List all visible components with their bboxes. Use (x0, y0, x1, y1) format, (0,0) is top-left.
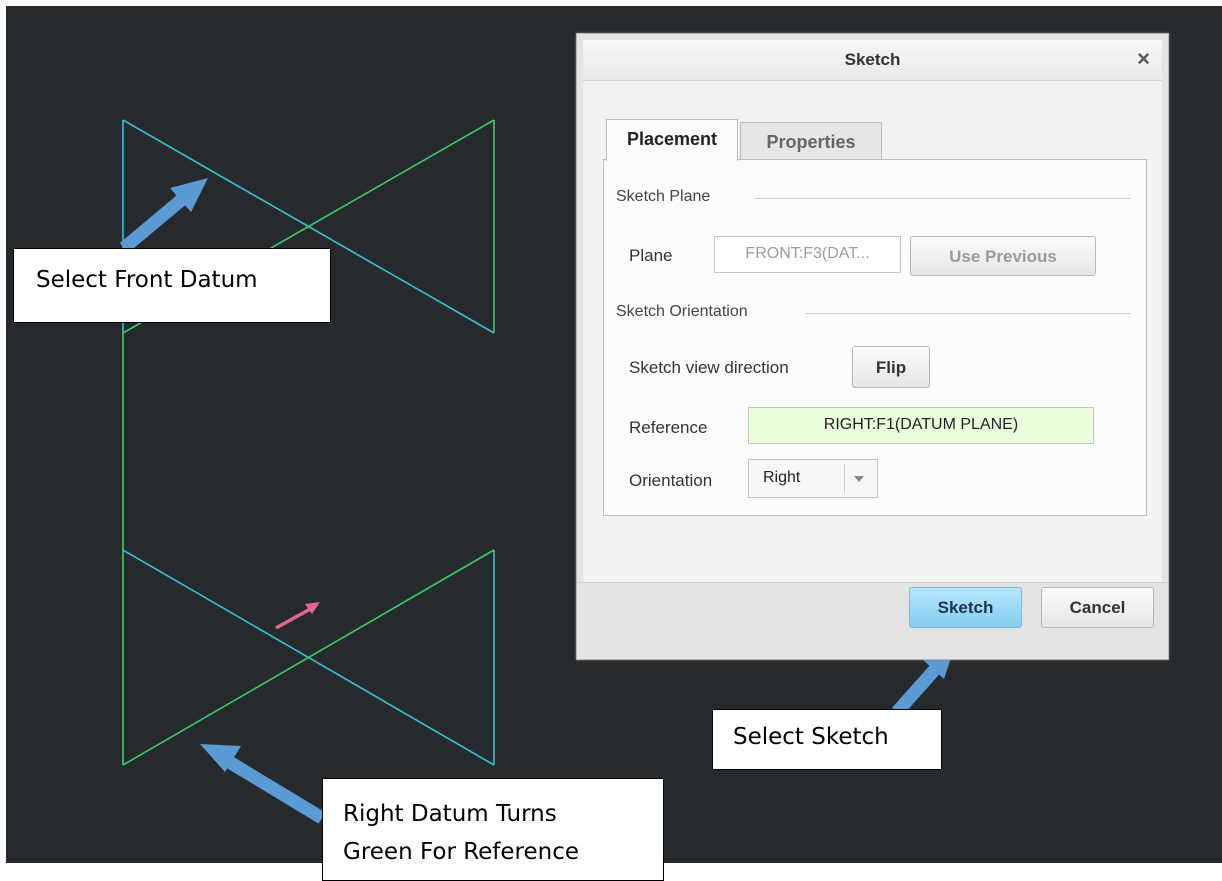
callout-right-datum: Right Datum Turns Green For Reference (322, 778, 664, 881)
section-sketch-plane: Sketch Plane (616, 188, 711, 205)
callout-text-line-2: Green For Reference (343, 839, 580, 865)
dialog-body: Placement Properties Sketch Plane Plane … (583, 81, 1162, 582)
callout-text-line-1: Right Datum Turns (343, 801, 557, 827)
sketch-button[interactable]: Sketch (909, 587, 1022, 628)
dropdown-divider (844, 464, 845, 493)
callout-text: Select Sketch (733, 724, 889, 750)
use-previous-button[interactable]: Use Previous (910, 236, 1096, 276)
callout-arrow-front (119, 178, 208, 253)
chevron-down-icon[interactable] (853, 474, 865, 484)
orientation-value: Right (763, 469, 801, 486)
cancel-button[interactable]: Cancel (1041, 587, 1154, 628)
tab-placement[interactable]: Placement (606, 119, 738, 161)
dialog-title-bar[interactable]: Sketch × (583, 40, 1162, 81)
front-datum-plane[interactable] (122, 119, 495, 766)
tab-properties[interactable]: Properties (740, 122, 882, 159)
callout-arrow-right (200, 744, 326, 824)
callout-select-sketch: Select Sketch (712, 709, 942, 770)
orientation-select[interactable]: Right (748, 459, 878, 498)
dialog-title: Sketch (844, 50, 901, 69)
section-divider (806, 313, 1130, 314)
sketch-dialog: Sketch × Placement Properties Sketch Pla… (576, 33, 1169, 660)
orientation-label: Orientation (629, 471, 713, 490)
right-datum-plane[interactable] (122, 119, 495, 766)
plane-label: Plane (629, 246, 673, 265)
plane-field[interactable]: FRONT:F3(DAT... (714, 236, 901, 273)
callout-select-front-datum: Select Front Datum (13, 248, 331, 323)
flip-button[interactable]: Flip (852, 346, 930, 388)
section-sketch-orientation: Sketch Orientation (616, 303, 748, 320)
reference-label: Reference (629, 418, 708, 437)
reference-field[interactable]: RIGHT:F1(DATUM PLANE) (748, 407, 1094, 444)
view-direction-label: Sketch view direction (629, 358, 789, 377)
placement-panel: Sketch Plane Plane FRONT:F3(DAT... Use P… (603, 159, 1147, 516)
footer-divider (577, 582, 1168, 583)
direction-arrow-icon[interactable] (275, 602, 320, 630)
close-icon[interactable]: × (1137, 46, 1150, 72)
callout-text: Select Front Datum (36, 267, 258, 293)
section-divider (754, 198, 1130, 199)
